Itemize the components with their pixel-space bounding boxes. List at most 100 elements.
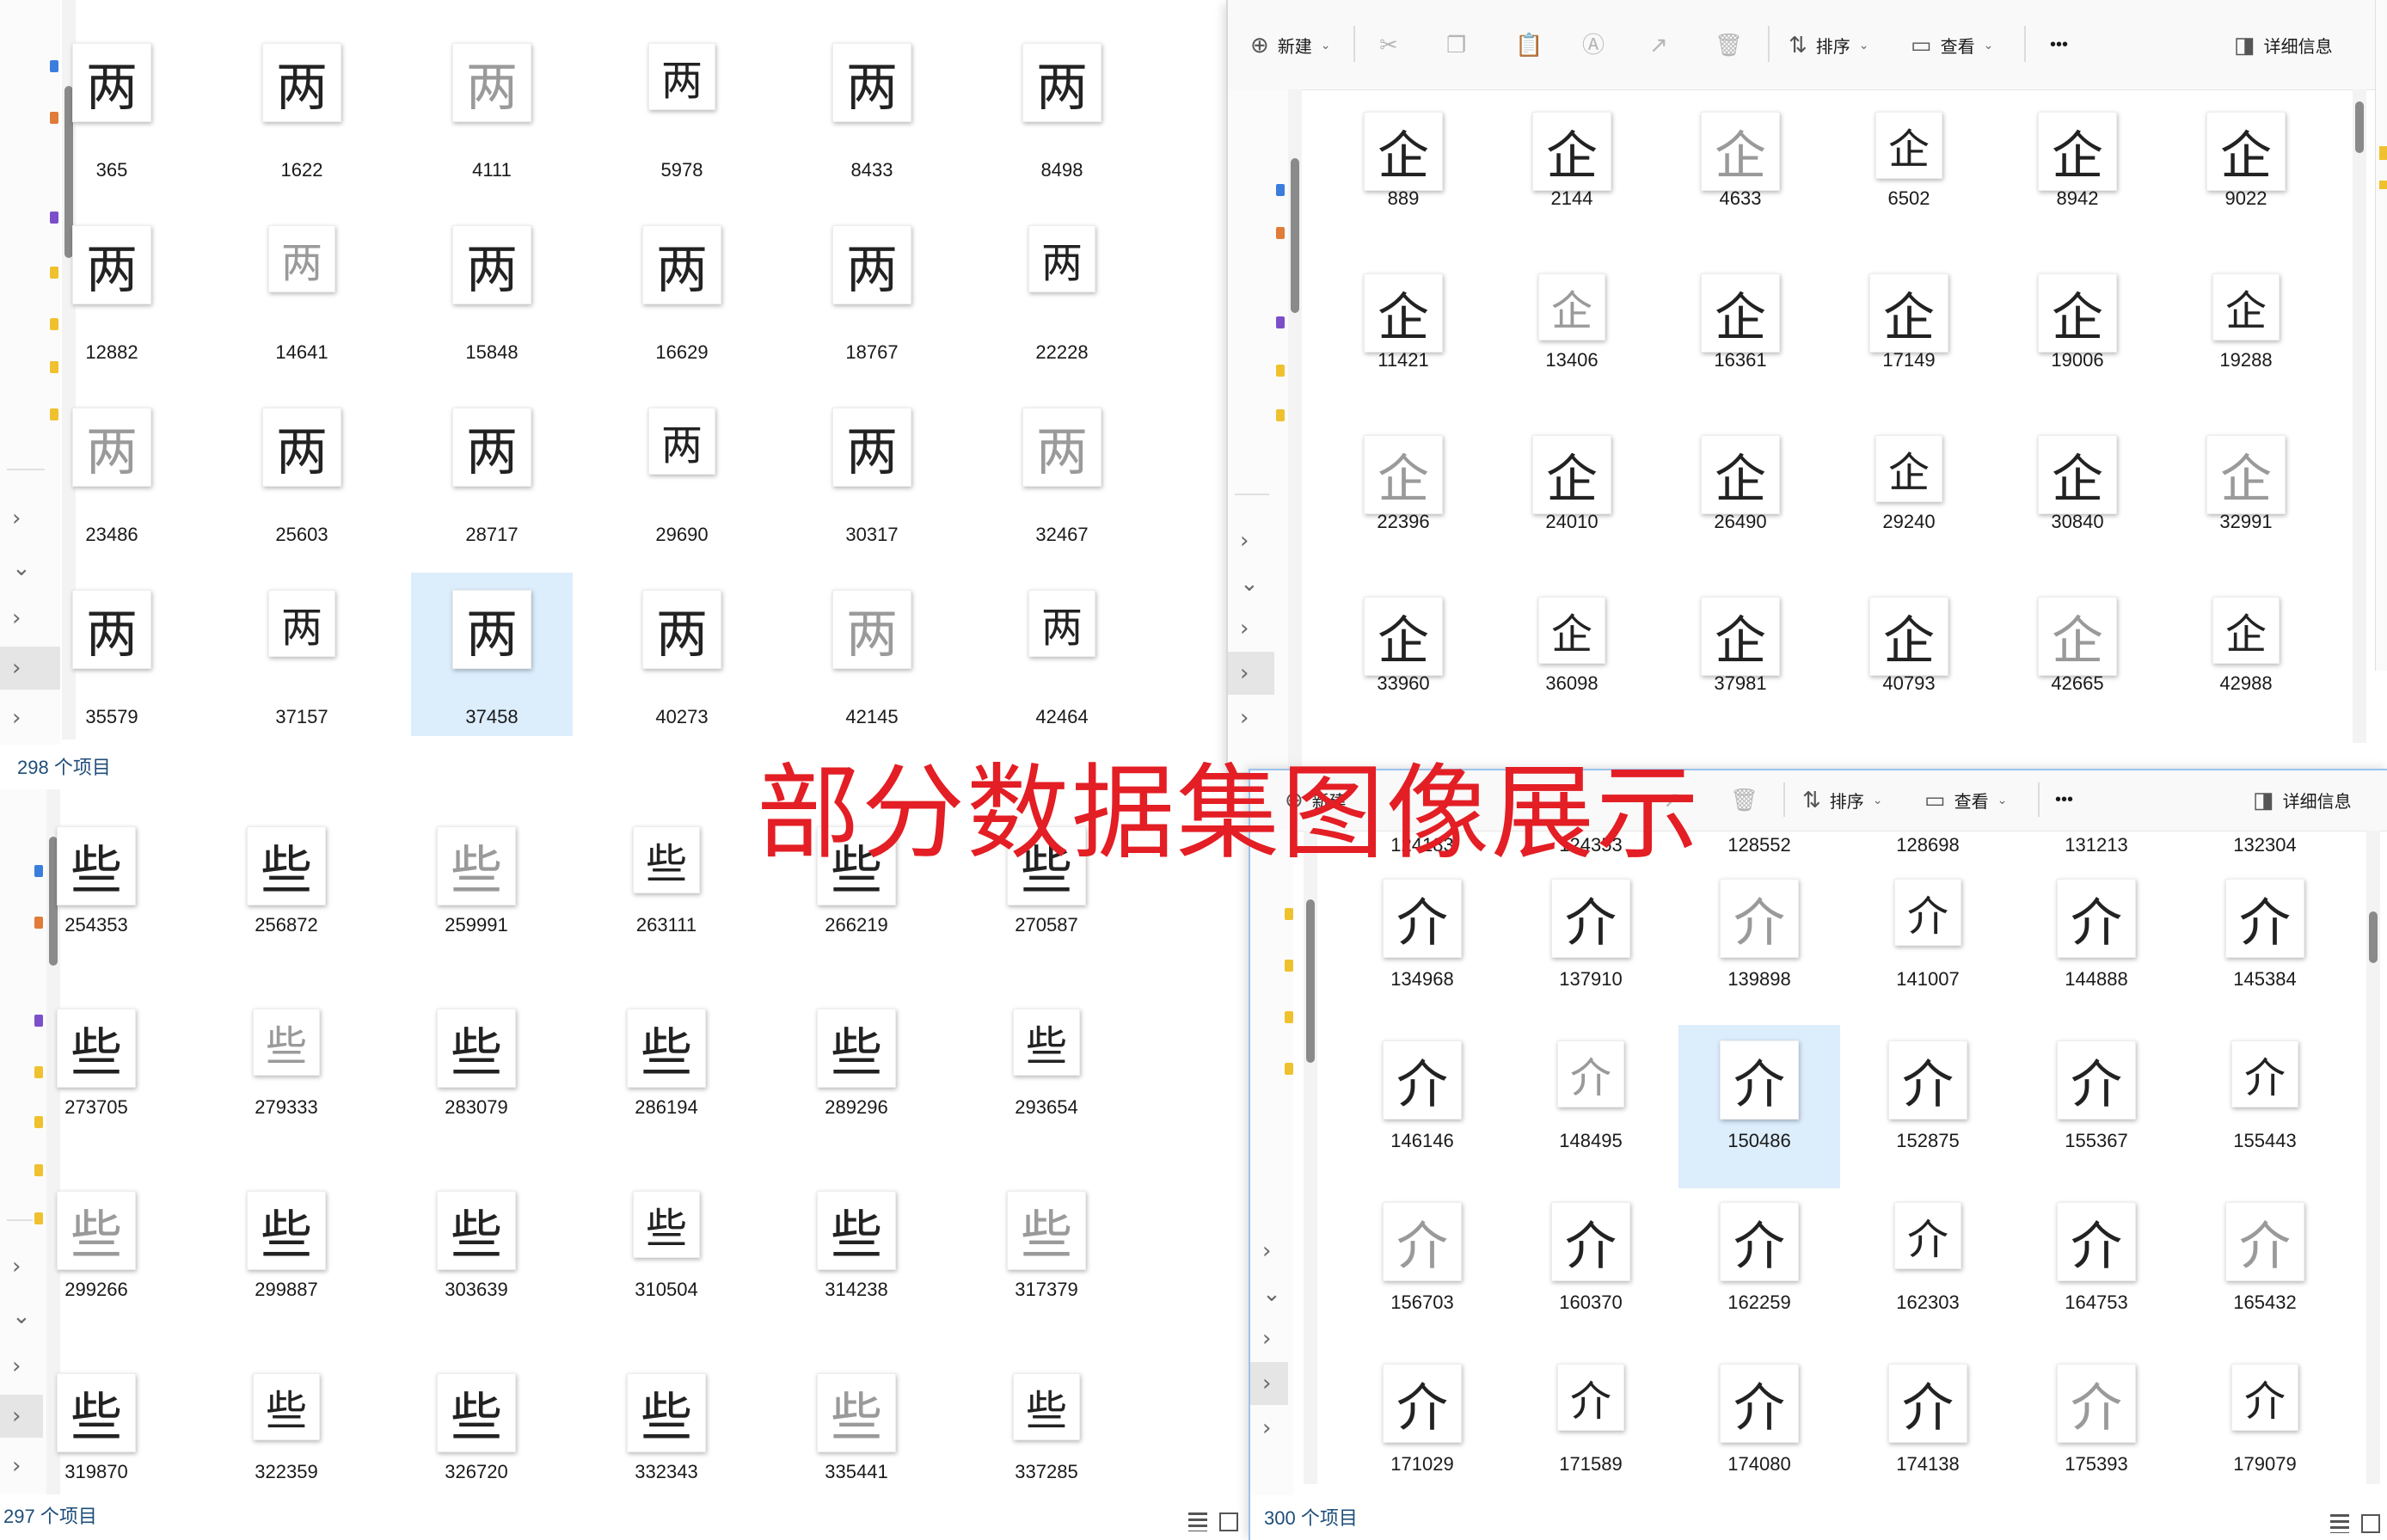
file-item[interactable]: 企 19006 [1997, 230, 2158, 394]
chevron-down-icon[interactable]: ⌄ [1262, 1273, 1281, 1316]
file-item[interactable]: 些 314238 [776, 1184, 937, 1347]
file-item[interactable]: 两 22228 [981, 208, 1143, 371]
file-item[interactable]: 两 23486 [31, 390, 193, 554]
nav-expand-row[interactable]: › [1228, 607, 1274, 650]
file-item[interactable]: 些 263111 [586, 819, 747, 983]
file-item[interactable]: 两 35579 [31, 573, 193, 736]
more-options-button[interactable]: ••• [2050, 29, 2068, 60]
file-item[interactable]: 两 42145 [791, 573, 953, 736]
vertical-scrollbar[interactable] [2353, 89, 2366, 743]
details-pane-button[interactable]: ◨ 详细信息 [2234, 29, 2333, 60]
scrollbar-thumb[interactable] [2369, 911, 2378, 963]
file-item[interactable]: 两 15848 [411, 208, 573, 371]
file-item[interactable]: 介 165432 [2184, 1187, 2346, 1350]
file-item[interactable]: 企 33960 [1322, 554, 1484, 717]
file-item[interactable]: 介 155367 [2016, 1025, 2177, 1188]
file-item[interactable]: 介 162259 [1678, 1187, 1840, 1350]
rename-icon[interactable]: Ⓐ [1582, 29, 1605, 60]
chevron-right-icon[interactable]: › [12, 647, 21, 690]
file-item[interactable]: 两 12882 [31, 208, 193, 371]
file-item[interactable]: 介 160370 [1510, 1187, 1672, 1350]
scrollbar-thumb[interactable] [2355, 101, 2364, 153]
share-icon[interactable]: ↗ [1649, 29, 1668, 60]
file-item[interactable]: 两 14641 [221, 208, 383, 371]
chevron-right-icon[interactable]: › [1262, 1230, 1271, 1273]
file-item[interactable]: 企 2144 [1491, 69, 1653, 232]
file-item[interactable]: 两 37157 [221, 573, 383, 736]
file-item[interactable]: 企 889 [1322, 69, 1484, 232]
file-item[interactable]: 介 145384 [2184, 863, 2346, 1027]
file-item[interactable]: 企 40793 [1828, 554, 1990, 717]
file-item[interactable]: 企 24010 [1491, 392, 1653, 555]
file-item[interactable]: 企 17149 [1828, 230, 1990, 394]
large-icons-view-icon[interactable] [2361, 1514, 2380, 1533]
file-item[interactable]: 些 317379 [966, 1184, 1127, 1347]
file-item[interactable]: 两 40273 [601, 573, 763, 736]
file-item[interactable]: 介 152875 [1847, 1025, 2009, 1188]
nav-expand-row[interactable]: › [1228, 519, 1274, 562]
file-item[interactable]: 些 256872 [206, 819, 367, 983]
file-item[interactable]: 介 175393 [2016, 1348, 2177, 1512]
nav-expand-row[interactable]: › [1250, 1317, 1288, 1360]
file-item[interactable]: 企 26490 [1660, 392, 1821, 555]
chevron-right-icon[interactable]: › [1240, 519, 1249, 562]
file-item[interactable]: 企 37981 [1660, 554, 1821, 717]
chevron-right-icon[interactable]: › [1262, 1362, 1271, 1405]
file-item[interactable]: 两 32467 [981, 390, 1143, 554]
file-item[interactable]: 介 139898 [1678, 863, 1840, 1027]
nav-expand-row[interactable]: ⌄ [1250, 1273, 1288, 1316]
file-item[interactable]: 些 279333 [206, 1002, 367, 1165]
chevron-right-icon[interactable]: › [12, 696, 21, 739]
file-item[interactable]: 企 36098 [1491, 554, 1653, 717]
file-item[interactable]: 两 8498 [981, 26, 1143, 189]
file-item[interactable]: 两 5978 [601, 26, 763, 189]
nav-expand-row[interactable]: ⌄ [1228, 562, 1274, 605]
file-item[interactable]: 两 16629 [601, 208, 763, 371]
vertical-scrollbar[interactable] [2366, 831, 2380, 1484]
copy-icon[interactable]: ❐ [1446, 29, 1466, 60]
chevron-right-icon[interactable]: › [12, 497, 21, 540]
file-item[interactable]: 介 150486 [1678, 1025, 1840, 1188]
file-item[interactable]: 介 137910 [1510, 863, 1672, 1027]
file-item[interactable]: 介 171589 [1510, 1348, 1672, 1512]
vertical-scrollbar[interactable] [1288, 89, 1302, 772]
paste-icon[interactable]: 📋 [1515, 29, 1543, 60]
chevron-down-icon[interactable]: ⌄ [12, 547, 31, 590]
chevron-right-icon[interactable]: › [12, 597, 21, 640]
file-item[interactable]: 企 29240 [1828, 392, 1990, 555]
file-item[interactable]: 介 162303 [1847, 1187, 2009, 1350]
file-item[interactable]: 介 164753 [2016, 1187, 2177, 1350]
delete-icon[interactable]: 🗑 [1715, 29, 1743, 60]
file-item[interactable]: 些 283079 [396, 1002, 557, 1165]
chevron-right-icon[interactable]: › [1240, 607, 1249, 650]
cut-icon[interactable]: ✂ [1379, 29, 1398, 60]
sort-button[interactable]: ⇅ 排序 ⌄ [1789, 29, 1869, 60]
file-item[interactable]: 些 299266 [15, 1184, 177, 1347]
file-item[interactable]: 介 156703 [1341, 1187, 1503, 1350]
file-item[interactable]: 两 18767 [791, 208, 953, 371]
file-item[interactable]: 介 148495 [1510, 1025, 1672, 1188]
file-item[interactable]: 介 174080 [1678, 1348, 1840, 1512]
file-item[interactable]: 介 141007 [1847, 863, 2009, 1027]
chevron-right-icon[interactable]: › [1262, 1317, 1271, 1360]
file-item[interactable]: 企 4633 [1660, 69, 1821, 232]
file-item[interactable]: 企 42665 [1997, 554, 2158, 717]
file-item[interactable]: 企 16361 [1660, 230, 1821, 394]
file-item[interactable]: 两 42464 [981, 573, 1143, 736]
scrollbar-thumb[interactable] [1291, 158, 1299, 313]
file-item[interactable]: 企 42988 [2165, 554, 2327, 717]
file-item[interactable]: 企 22396 [1322, 392, 1484, 555]
file-item[interactable]: 两 25603 [221, 390, 383, 554]
chevron-down-icon[interactable]: ⌄ [1240, 562, 1259, 605]
file-item[interactable]: 介 144888 [2016, 863, 2177, 1027]
file-item[interactable]: 些 254353 [15, 819, 177, 983]
nav-selected-row[interactable]: › [1250, 1362, 1288, 1405]
new-button[interactable]: ⊕ 新建 ⌄ [1250, 29, 1331, 60]
view-button[interactable]: ▭ 查看 ⌄ [1911, 29, 1993, 60]
vertical-scrollbar[interactable] [1304, 831, 1317, 1484]
delete-icon[interactable]: 🗑 [1730, 784, 1758, 815]
file-item[interactable]: 些 259991 [396, 819, 557, 983]
file-item[interactable]: 介 174138 [1847, 1348, 2009, 1512]
details-pane-button[interactable]: ◨ 详细信息 [2253, 784, 2352, 815]
file-item[interactable]: 介 179079 [2184, 1348, 2346, 1512]
